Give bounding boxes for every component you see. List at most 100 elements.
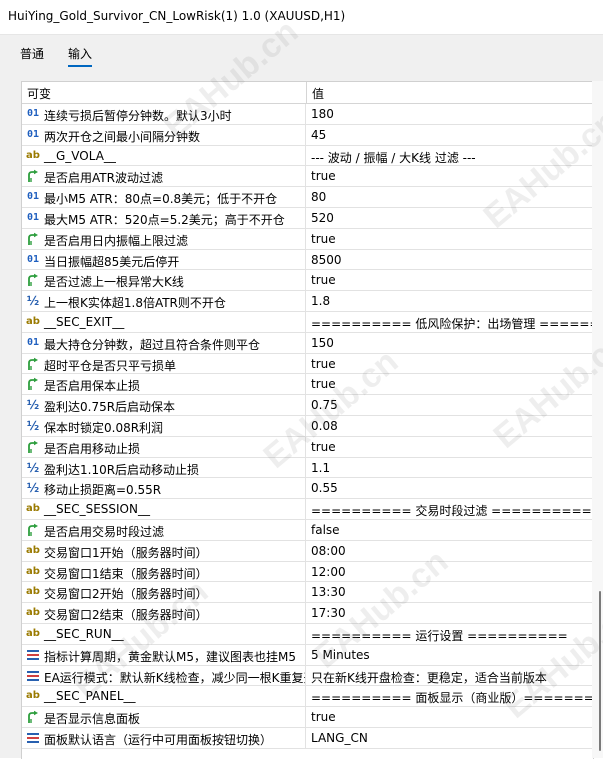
- table-row[interactable]: 是否过滤上一根异常大K线 true: [22, 270, 593, 292]
- variable-value[interactable]: ========== 运行设置 ==========: [311, 627, 568, 644]
- value-cell[interactable]: LANG_CN: [307, 728, 593, 748]
- table-row[interactable]: ab 交易窗口2开始（服务器时间） 13:30: [22, 582, 593, 604]
- variable-value[interactable]: 13:30: [311, 585, 346, 599]
- table-row[interactable]: ab __SEC_EXIT__ ========== 低风险保护：出场管理 ====…: [22, 311, 593, 333]
- column-divider[interactable]: [306, 82, 307, 103]
- value-cell[interactable]: true: [307, 707, 593, 727]
- variable-value[interactable]: 45: [311, 128, 326, 142]
- table-row[interactable]: 01 最大持仓分钟数，超过且符合条件则平仓 150: [22, 332, 593, 354]
- table-row[interactable]: 是否启用移动止损 true: [22, 436, 593, 458]
- value-cell[interactable]: 8500: [307, 250, 593, 270]
- column-header-variable[interactable]: 可变: [27, 85, 51, 102]
- tab-general[interactable]: 普通: [20, 45, 44, 62]
- variable-value[interactable]: 08:00: [311, 544, 346, 558]
- variable-value[interactable]: 只在新K线开盘检查：更稳定，适合当前版本: [311, 669, 547, 686]
- value-cell[interactable]: 0.55: [307, 478, 593, 498]
- variable-value[interactable]: 150: [311, 336, 334, 350]
- table-row[interactable]: 是否启用交易时段过滤 false: [22, 519, 593, 541]
- table-row[interactable]: 是否启用日内振幅上限过滤 true: [22, 228, 593, 250]
- variable-value[interactable]: 80: [311, 190, 326, 204]
- variable-value[interactable]: 17:30: [311, 606, 346, 620]
- variable-value[interactable]: 520: [311, 211, 334, 225]
- table-row[interactable]: ½ 盈利达1.10R后启动移动止损 1.1: [22, 457, 593, 479]
- variable-value[interactable]: true: [311, 440, 336, 454]
- table-row[interactable]: ab __SEC_PANEL__ ========== 面板显示（商业版）=====…: [22, 686, 593, 708]
- value-cell[interactable]: ========== 交易时段过滤 ==========: [307, 499, 593, 519]
- table-row[interactable]: ab __SEC_RUN__ ========== 运行设置 ==========: [22, 623, 593, 645]
- value-cell[interactable]: ========== 低风险保护：出场管理 ==========: [307, 312, 593, 332]
- variable-value[interactable]: true: [311, 710, 336, 724]
- table-row[interactable]: ab 交易窗口1开始（服务器时间） 08:00: [22, 540, 593, 562]
- variable-value[interactable]: 8500: [311, 253, 342, 267]
- table-row[interactable]: 是否启用保本止损 true: [22, 374, 593, 396]
- value-cell[interactable]: 520: [307, 208, 593, 228]
- value-cell[interactable]: true: [307, 229, 593, 249]
- value-cell[interactable]: ========== 面板显示（商业版）==========: [307, 686, 593, 706]
- table-row[interactable]: 是否显示信息面板 true: [22, 707, 593, 728]
- value-cell[interactable]: 17:30: [307, 603, 593, 623]
- variable-value[interactable]: --- 波动 / 振幅 / 大K线 过滤 ---: [311, 149, 476, 166]
- table-row[interactable]: ½ 上一根K实体超1.8倍ATR则不开仓 1.8: [22, 291, 593, 312]
- table-row[interactable]: 01 连续亏损后暂停分钟数。默认3小时 180: [22, 104, 593, 125]
- table-row[interactable]: ab __G_VOLA__ --- 波动 / 振幅 / 大K线 过滤 ---: [22, 145, 593, 167]
- table-row[interactable]: ab 交易窗口1结束（服务器时间） 12:00: [22, 561, 593, 583]
- table-row[interactable]: 01 最小M5 ATR：80点=0.8美元；低于不开仓 80: [22, 187, 593, 208]
- value-cell[interactable]: 5 Minutes: [307, 645, 593, 665]
- variable-value[interactable]: ========== 交易时段过滤 ==========: [311, 502, 592, 519]
- table-row[interactable]: ab 交易窗口2结束（服务器时间） 17:30: [22, 603, 593, 624]
- variable-value[interactable]: ========== 低风险保护：出场管理 ==========: [311, 315, 593, 332]
- table-row[interactable]: 01 最大M5 ATR：520点=5.2美元；高于不开仓 520: [22, 207, 593, 229]
- value-cell[interactable]: true: [307, 354, 593, 374]
- variable-value[interactable]: true: [311, 273, 336, 287]
- variable-value[interactable]: 1.1: [311, 461, 330, 475]
- value-cell[interactable]: 12:00: [307, 562, 593, 582]
- value-cell[interactable]: 08:00: [307, 541, 593, 561]
- tab-inputs[interactable]: 输入: [68, 45, 93, 67]
- value-cell[interactable]: true: [307, 270, 593, 290]
- variable-value[interactable]: true: [311, 169, 336, 183]
- table-row[interactable]: 是否启用ATR波动过滤 true: [22, 166, 593, 188]
- table-row[interactable]: ½ 保本时锁定0.08R利润 0.08: [22, 415, 593, 437]
- value-cell[interactable]: 0.08: [307, 416, 593, 436]
- table-row[interactable]: ab __SEC_SESSION__ ========== 交易时段过滤 =====…: [22, 499, 593, 520]
- variable-value[interactable]: ========== 面板显示（商业版）==========: [311, 689, 593, 706]
- variable-value[interactable]: true: [311, 377, 336, 391]
- variable-value[interactable]: 1.8: [311, 294, 330, 308]
- value-cell[interactable]: true: [307, 166, 593, 186]
- value-cell[interactable]: 80: [307, 187, 593, 207]
- value-cell[interactable]: 45: [307, 125, 593, 145]
- value-cell[interactable]: 13:30: [307, 582, 593, 602]
- value-cell[interactable]: 150: [307, 333, 593, 353]
- table-row[interactable]: 超时平仓是否只平亏损单 true: [22, 353, 593, 375]
- variable-value[interactable]: 5 Minutes: [311, 648, 370, 662]
- value-cell[interactable]: true: [307, 374, 593, 394]
- value-cell[interactable]: --- 波动 / 振幅 / 大K线 过滤 ---: [307, 146, 593, 166]
- variable-value[interactable]: 180: [311, 107, 334, 121]
- column-header-value[interactable]: 值: [312, 85, 324, 102]
- value-cell[interactable]: 只在新K线开盘检查：更稳定，适合当前版本: [307, 666, 593, 686]
- table-row[interactable]: 指标计算周期，黄金默认M5，建议图表也挂M5 5 Minutes: [22, 644, 593, 666]
- variable-value[interactable]: 0.75: [311, 398, 338, 412]
- variable-value[interactable]: false: [311, 523, 340, 537]
- vertical-scrollbar[interactable]: [592, 81, 603, 758]
- variable-value[interactable]: 0.55: [311, 481, 338, 495]
- value-cell[interactable]: ========== 运行设置 ==========: [307, 624, 593, 644]
- variable-value[interactable]: true: [311, 232, 336, 246]
- value-cell[interactable]: 180: [307, 104, 593, 124]
- value-cell[interactable]: true: [307, 437, 593, 457]
- value-cell[interactable]: 1.8: [307, 291, 593, 311]
- table-row[interactable]: 面板默认语言（运行中可用面板按钮切换） LANG_CN: [22, 727, 593, 749]
- table-row[interactable]: EA运行模式：默认新K线检查，减少同一根K重复开仓 只在新K线开盘检查：更稳定，适…: [22, 665, 593, 687]
- variable-value[interactable]: 0.08: [311, 419, 338, 433]
- table-row[interactable]: 01 当日振幅超85美元后停开 8500: [22, 249, 593, 271]
- value-cell[interactable]: 1.1: [307, 458, 593, 478]
- variable-value[interactable]: true: [311, 357, 336, 371]
- table-row[interactable]: 01 两次开仓之间最小间隔分钟数 45: [22, 124, 593, 146]
- scrollbar-thumb[interactable]: [599, 591, 601, 751]
- table-row[interactable]: ½ 移动止损距离=0.55R 0.55: [22, 478, 593, 500]
- variable-value[interactable]: 12:00: [311, 565, 346, 579]
- value-cell[interactable]: 0.75: [307, 395, 593, 415]
- value-cell[interactable]: false: [307, 520, 593, 540]
- variable-value[interactable]: LANG_CN: [311, 731, 368, 745]
- table-row[interactable]: ½ 盈利达0.75R后启动保本 0.75: [22, 395, 593, 416]
